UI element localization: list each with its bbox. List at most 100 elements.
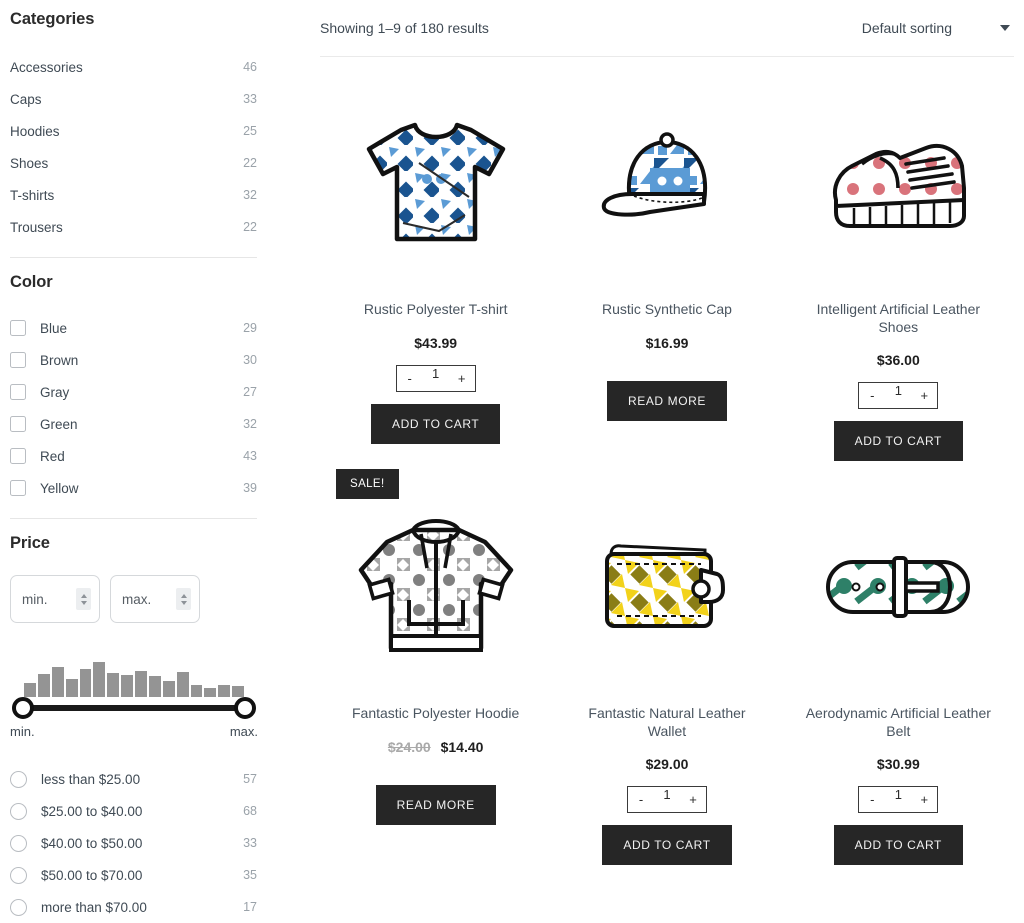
quantity-decrease-button[interactable]: - [628, 787, 654, 812]
quantity-value[interactable]: 1 [885, 787, 911, 812]
product-image[interactable] [320, 93, 551, 273]
product-image[interactable] [320, 497, 551, 677]
price-min-input[interactable]: min. [10, 575, 100, 623]
price-histogram [10, 649, 258, 697]
price-max-placeholder: max. [122, 591, 152, 607]
category-item-trousers[interactable]: Trousers 22 [10, 211, 257, 243]
price-range-item-25-to-40[interactable]: $25.00 to $40.00 68 [10, 795, 257, 827]
read-more-button[interactable]: READ MORE [375, 784, 496, 825]
add-to-cart-button[interactable]: ADD TO CART [833, 421, 963, 461]
price-min-stepper[interactable] [76, 588, 91, 610]
category-item-shoes[interactable]: Shoes 22 [10, 147, 257, 179]
category-item-accessories[interactable]: Accessories 46 [10, 51, 257, 83]
price-max-input[interactable]: max. [110, 575, 200, 623]
color-item-brown[interactable]: Brown 30 [10, 344, 257, 376]
product-title[interactable]: Aerodynamic Artificial Leather Belt [783, 705, 1014, 740]
add-to-cart-button[interactable]: ADD TO CART [371, 403, 501, 444]
price-range-item-50-to-70[interactable]: $50.00 to $70.00 35 [10, 859, 257, 891]
color-label: Brown [40, 352, 79, 368]
checkbox-icon[interactable] [10, 416, 26, 432]
radio-icon[interactable] [10, 866, 27, 884]
slider-handle-min[interactable] [12, 697, 34, 719]
price-range-item-40-to-50[interactable]: $40.00 to $50.00 33 [10, 827, 257, 859]
price-range-label: more than $70.00 [41, 899, 147, 915]
color-item-gray[interactable]: Gray 27 [10, 376, 257, 408]
price-range-slider[interactable]: min. max. [10, 649, 258, 739]
quantity-increase-button[interactable]: + [911, 383, 937, 408]
product-image[interactable] [551, 93, 782, 273]
product-actions: - 1 + ADD TO CART [551, 786, 782, 865]
category-item-hoodies[interactable]: Hoodies 25 [10, 115, 257, 147]
sorting-select[interactable]: Default sorting [862, 20, 1014, 36]
quantity-increase-button[interactable]: + [680, 787, 706, 812]
product-image[interactable] [783, 497, 1014, 677]
add-to-cart-button[interactable]: ADD TO CART [833, 825, 963, 865]
color-item-yellow[interactable]: Yellow 39 [10, 472, 257, 504]
color-heading: Color [10, 273, 53, 291]
product-actions: - 1 + ADD TO CART [320, 364, 551, 444]
price-max-stepper[interactable] [176, 588, 191, 610]
price-range-count: 57 [243, 772, 257, 786]
radio-icon[interactable] [10, 802, 27, 820]
product-image[interactable] [551, 497, 782, 677]
slider-handle-max[interactable] [234, 697, 256, 719]
product-title[interactable]: Rustic Polyester T-shirt [320, 301, 551, 319]
quantity-decrease-button[interactable]: - [859, 383, 885, 408]
checkbox-icon[interactable] [10, 352, 26, 368]
price-min-placeholder: min. [22, 591, 48, 607]
wallet-icon [604, 544, 725, 628]
quantity-decrease-button[interactable]: - [859, 787, 885, 812]
product-title[interactable]: Rustic Synthetic Cap [551, 301, 782, 319]
quantity-stepper[interactable]: - 1 + [858, 786, 939, 813]
price-current: $14.40 [440, 738, 484, 755]
checkbox-icon[interactable] [10, 384, 26, 400]
read-more-button[interactable]: READ MORE [606, 380, 728, 421]
quantity-decrease-button[interactable]: - [397, 366, 423, 391]
quantity-stepper[interactable]: - 1 + [395, 364, 476, 392]
histogram-bar [218, 684, 231, 697]
price-range-count: 35 [243, 868, 257, 882]
product-title[interactable]: Fantastic Polyester Hoodie [320, 705, 551, 723]
quantity-stepper[interactable]: - 1 + [626, 786, 707, 813]
slider-max-label: max. [229, 724, 258, 739]
cap-icon [601, 132, 708, 217]
quantity-value[interactable]: 1 [654, 787, 680, 812]
radio-icon[interactable] [10, 834, 27, 852]
radio-icon[interactable] [10, 898, 27, 916]
product-card: Aerodynamic Artificial Leather Belt $30.… [783, 461, 1014, 865]
sale-badge: SALE! [336, 469, 399, 499]
product-price: $29.00 [551, 756, 782, 772]
color-count: 27 [243, 385, 257, 399]
color-label: Green [40, 416, 78, 432]
slider-bounds-labels: min. max. [10, 724, 258, 739]
price-range-item-more-than-70[interactable]: more than $70.00 17 [10, 891, 257, 923]
product-title[interactable]: Fantastic Natural Leather Wallet [551, 705, 782, 740]
slider-track-row[interactable] [10, 697, 258, 719]
quantity-value[interactable]: 1 [885, 383, 911, 408]
product-card: Intelligent Artificial Leather Shoes $36… [783, 57, 1014, 461]
slider-track[interactable] [23, 705, 245, 711]
checkbox-icon[interactable] [10, 320, 26, 336]
add-to-cart-button[interactable]: ADD TO CART [602, 825, 732, 865]
color-item-red[interactable]: Red 43 [10, 440, 257, 472]
shop-page: Categories Accessories 46 Caps 33 Hoodie… [0, 0, 1024, 917]
quantity-increase-button[interactable]: + [449, 366, 475, 391]
quantity-stepper[interactable]: - 1 + [858, 382, 939, 409]
category-item-caps[interactable]: Caps 33 [10, 83, 257, 115]
product-title[interactable]: Intelligent Artificial Leather Shoes [783, 301, 1014, 336]
histogram-bar [24, 682, 36, 697]
checkbox-icon[interactable] [10, 448, 26, 464]
category-item-t-shirts[interactable]: T-shirts 32 [10, 179, 257, 211]
radio-icon[interactable] [10, 770, 27, 788]
price-current: $43.99 [414, 334, 458, 351]
price-range-item-less-than-25[interactable]: less than $25.00 57 [10, 763, 257, 795]
quantity-value[interactable]: 1 [423, 366, 449, 391]
product-image[interactable] [783, 93, 1014, 273]
price-range-label: $40.00 to $50.00 [41, 835, 143, 851]
price-range-label: $50.00 to $70.00 [41, 867, 143, 883]
price-current: $29.00 [645, 756, 689, 772]
color-item-green[interactable]: Green 32 [10, 408, 257, 440]
color-item-blue[interactable]: Blue 29 [10, 312, 257, 344]
quantity-increase-button[interactable]: + [911, 787, 937, 812]
checkbox-icon[interactable] [10, 480, 26, 496]
